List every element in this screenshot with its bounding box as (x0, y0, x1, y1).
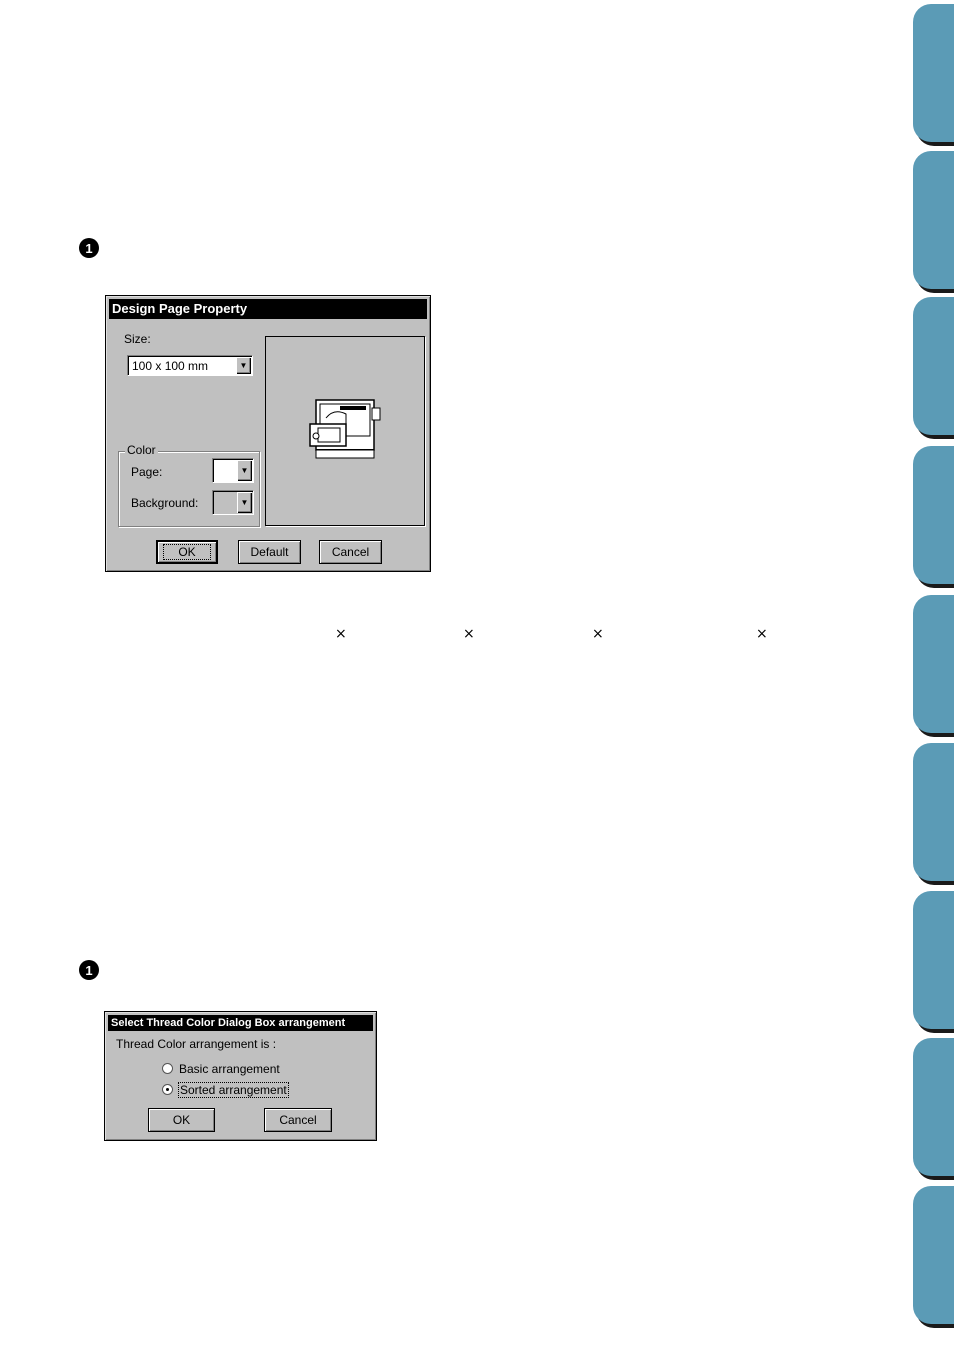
page-color-swatch (215, 461, 236, 480)
radio-option-sorted[interactable]: Sorted arrangement (162, 1082, 292, 1098)
dialog-titlebar: Design Page Property (109, 299, 427, 319)
ok-button[interactable]: OK (156, 540, 218, 564)
chapter-tab[interactable] (913, 4, 954, 142)
chapter-tab[interactable] (913, 595, 954, 733)
chevron-down-icon[interactable]: ▼ (236, 357, 251, 374)
chevron-down-icon[interactable]: ▼ (237, 460, 252, 481)
radio-button[interactable] (162, 1084, 173, 1095)
design-page-property-dialog: Design Page Property Size: 100 x 100 mm … (105, 295, 431, 572)
color-group-label: Color (125, 443, 158, 457)
radio-option-basic[interactable]: Basic arrangement (162, 1062, 292, 1076)
ok-button-label: OK (163, 544, 211, 560)
sewing-machine-icon (309, 399, 381, 459)
multiplication-sign: × (756, 626, 768, 642)
chapter-tab[interactable] (913, 1038, 954, 1176)
radio-label: Basic arrangement (179, 1062, 280, 1076)
chevron-down-icon[interactable]: ▼ (237, 492, 252, 513)
design-page-preview (265, 336, 425, 526)
chapter-tab[interactable] (913, 297, 954, 435)
cancel-button[interactable]: Cancel (319, 540, 382, 564)
ok-button[interactable]: OK (148, 1108, 215, 1132)
cancel-button[interactable]: Cancel (264, 1108, 332, 1132)
arrangement-prompt: Thread Color arrangement is : (116, 1037, 277, 1051)
page-color-select[interactable]: ▼ (212, 458, 254, 483)
chapter-tab[interactable] (913, 743, 954, 881)
multiplication-sign: × (592, 626, 604, 642)
size-label: Size: (124, 332, 151, 346)
chapter-tab[interactable] (913, 151, 954, 289)
size-value: 100 x 100 mm (132, 359, 209, 373)
thread-color-arrangement-dialog: Select Thread Color Dialog Box arrangeme… (104, 1011, 377, 1141)
chapter-tab[interactable] (913, 1186, 954, 1324)
chapter-tab[interactable] (913, 446, 954, 584)
step-number-marker: 1 (79, 238, 99, 258)
background-color-select[interactable]: ▼ (212, 490, 254, 515)
dialog-titlebar: Select Thread Color Dialog Box arrangeme… (108, 1015, 373, 1031)
chapter-tab[interactable] (913, 891, 954, 1029)
background-color-label: Background: (131, 496, 199, 510)
size-select[interactable]: 100 x 100 mm ▼ (127, 355, 253, 376)
default-button[interactable]: Default (238, 540, 301, 564)
multiplication-sign: × (463, 626, 475, 642)
radio-label: Sorted arrangement (178, 1082, 289, 1098)
page-color-label: Page: (131, 465, 163, 479)
step-number-marker: 1 (79, 960, 99, 980)
background-color-swatch (215, 493, 236, 512)
radio-button[interactable] (162, 1063, 173, 1074)
multiplication-sign: × (335, 626, 347, 642)
